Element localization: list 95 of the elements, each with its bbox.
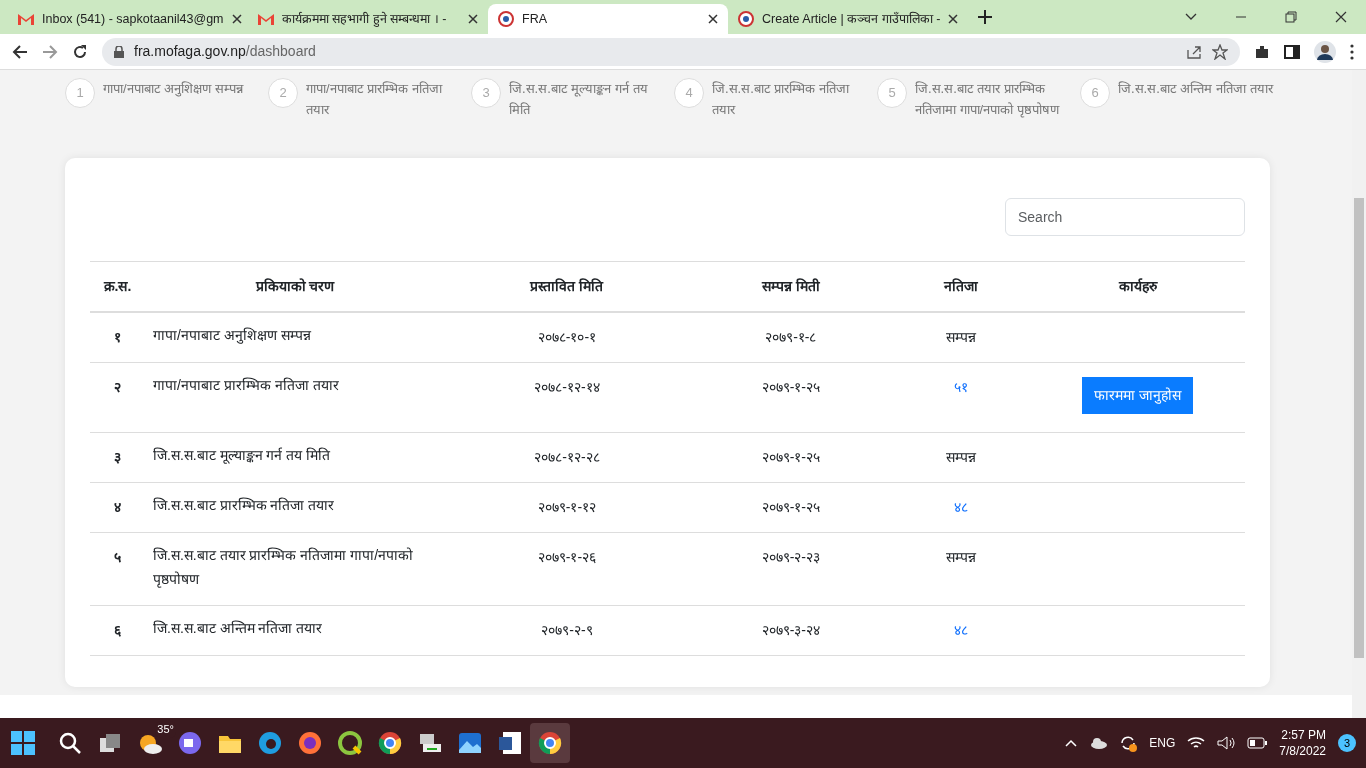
back-icon[interactable]: [12, 43, 28, 60]
search-icon[interactable]: [57, 730, 83, 756]
battery-icon[interactable]: [1247, 737, 1268, 749]
step-number: 1: [65, 78, 95, 108]
table-cell: ६: [90, 605, 145, 656]
mail-icon: [258, 13, 274, 25]
browser-tab[interactable]: कार्यक्रममा सहभागी हुने सम्बन्धमा । -: [248, 4, 488, 34]
photos-icon[interactable]: [457, 730, 483, 756]
table-cell: २०७९-१-२५: [688, 362, 893, 433]
table-cell: जि.स.स.बाट प्रारम्भिक नतिजा तयार: [145, 482, 445, 533]
cloud-icon[interactable]: [1089, 737, 1108, 749]
table-cell: २०७९-२-९: [445, 605, 689, 656]
step-label: गापा/नपाबाट अनुशिक्षण सम्पन्न: [103, 80, 245, 99]
table-cell: २०७८-१०-१: [445, 312, 689, 363]
table-cell: २०७९-१-१२: [445, 482, 689, 533]
sidebar-icon[interactable]: [1284, 43, 1300, 60]
share-icon[interactable]: [1186, 43, 1202, 60]
restore-icon[interactable]: [1284, 10, 1298, 24]
mail-icon: [18, 13, 34, 25]
sync-icon[interactable]: [1119, 734, 1138, 752]
search-field[interactable]: Search: [1005, 198, 1245, 236]
step-label: जि.स.स.बाट प्रारम्भिक नतिजा तयार: [712, 80, 851, 119]
step-number: 2: [268, 78, 298, 108]
chevron-up-icon[interactable]: [1065, 737, 1078, 749]
close-icon[interactable]: [1334, 10, 1348, 24]
tab-title: कार्यक्रममा सहभागी हुने सम्बन्धमा । -: [282, 10, 448, 29]
table-cell: २०७८-१२-२८: [445, 432, 689, 483]
table-cell: गापा/नपाबाट अनुशिक्षण सम्पन्न: [145, 312, 445, 363]
browser-tab[interactable]: Inbox (541) - sapkotaanil43@gm: [8, 4, 248, 34]
url-text: fra.mofaga.gov.np/dashboard: [134, 42, 316, 61]
volume-icon[interactable]: [1217, 736, 1236, 750]
table-cell: ४: [90, 482, 145, 533]
result-link[interactable]: ५१: [954, 379, 969, 395]
close-icon[interactable]: [948, 14, 959, 24]
language-indicator[interactable]: ENG: [1149, 734, 1176, 752]
browser-icon[interactable]: [297, 730, 323, 756]
result-link[interactable]: ४८: [954, 499, 969, 515]
table-cell: २०७९-२-२३: [688, 532, 893, 606]
column-header: सम्पन्न मिती: [688, 261, 893, 312]
column-header: क्र.स.: [90, 261, 145, 312]
browser-tab[interactable]: Create Article | कञ्चन गाउँपालिका -: [728, 4, 968, 34]
tab-title: Create Article | कञ्चन गाउँपालिका -: [762, 10, 941, 28]
table-cell: जि.स.स.बाट मूल्याङ्कन गर्न तय मिति: [145, 432, 445, 483]
column-header: प्रस्तावित मिति: [445, 261, 689, 312]
notification-badge[interactable]: 3: [1338, 734, 1356, 752]
table-cell: २०७९-१-२५: [688, 432, 893, 483]
table-cell: २०७९-१-२६: [445, 532, 689, 606]
go-to-form-button[interactable]: फारममा जानुहोस: [1082, 377, 1193, 414]
reload-icon[interactable]: [72, 43, 88, 60]
table-cell: ५: [90, 532, 145, 606]
step-number: 6: [1080, 78, 1110, 108]
column-header: प्रकियाको चरण: [145, 261, 445, 312]
result-text: सम्पन्न: [946, 329, 977, 345]
table-cell: जि.स.स.बाट अन्तिम नतिजा तयार: [145, 605, 445, 656]
start-icon[interactable]: [10, 730, 36, 756]
table-cell: गापा/नपाबाट प्रारम्भिक नतिजा तयार: [145, 362, 445, 433]
result-text: सम्पन्न: [946, 549, 977, 565]
document-icon[interactable]: [497, 730, 523, 756]
clock[interactable]: 2:57 PM 7/8/2022: [1279, 727, 1326, 759]
column-header: कार्यहरु: [1030, 261, 1245, 312]
forward-icon[interactable]: [42, 43, 58, 60]
step-number: 3: [471, 78, 501, 108]
step-label: गापा/नपाबाट प्रारम्भिक नतिजा तयार: [306, 80, 444, 119]
table-cell: २०७९-१-२५: [688, 482, 893, 533]
table-cell: १: [90, 312, 145, 363]
table-cell: २०७९-३-२४: [688, 605, 893, 656]
wifi-icon[interactable]: [1187, 736, 1206, 750]
step-label: जि.स.स.बाट तयार प्रारम्भिक नतिजामा गापा/नपाको पृष्ठपोषण: [915, 80, 1061, 120]
close-icon[interactable]: [708, 14, 718, 24]
table-cell: ३: [90, 432, 145, 483]
lock-icon: [114, 45, 124, 58]
column-header: नतिजा: [892, 261, 1030, 312]
browser-icon[interactable]: [537, 730, 563, 756]
new-tab-icon[interactable]: [978, 10, 992, 24]
step-label: जि.स.स.बाट अन्तिम नतिजा तयार: [1118, 80, 1273, 98]
chat-icon[interactable]: [177, 730, 203, 756]
result-text: सम्पन्न: [946, 449, 977, 465]
step-number: 4: [674, 78, 704, 108]
browser-tab[interactable]: FRA: [488, 4, 728, 34]
step-number: 5: [877, 78, 907, 108]
table-cell: २: [90, 362, 145, 433]
step-label: जि.स.स.बाट मूल्याङ्कन गर्न तय मिति: [509, 80, 649, 119]
tab-title: FRA: [522, 10, 548, 28]
menu-icon[interactable]: [1350, 43, 1354, 60]
table-cell: २०७८-१२-१४: [445, 362, 689, 433]
tab-title: Inbox (541) - sapkotaanil43@gm: [42, 10, 224, 28]
table-cell: जि.स.स.बाट तयार प्रारम्भिक नतिजामा गापा/नपाको पृष्ठपोषण: [145, 532, 445, 606]
close-icon[interactable]: [468, 14, 478, 24]
avatar-icon[interactable]: [1314, 40, 1336, 63]
star-icon[interactable]: [1212, 43, 1228, 60]
close-icon[interactable]: [231, 14, 242, 24]
result-link[interactable]: ४८: [954, 622, 969, 638]
table-cell: २०७९-१-८: [688, 312, 893, 363]
address-bar[interactable]: fra.mofaga.gov.np/dashboard: [102, 37, 1240, 66]
browser-icon[interactable]: [377, 730, 403, 756]
